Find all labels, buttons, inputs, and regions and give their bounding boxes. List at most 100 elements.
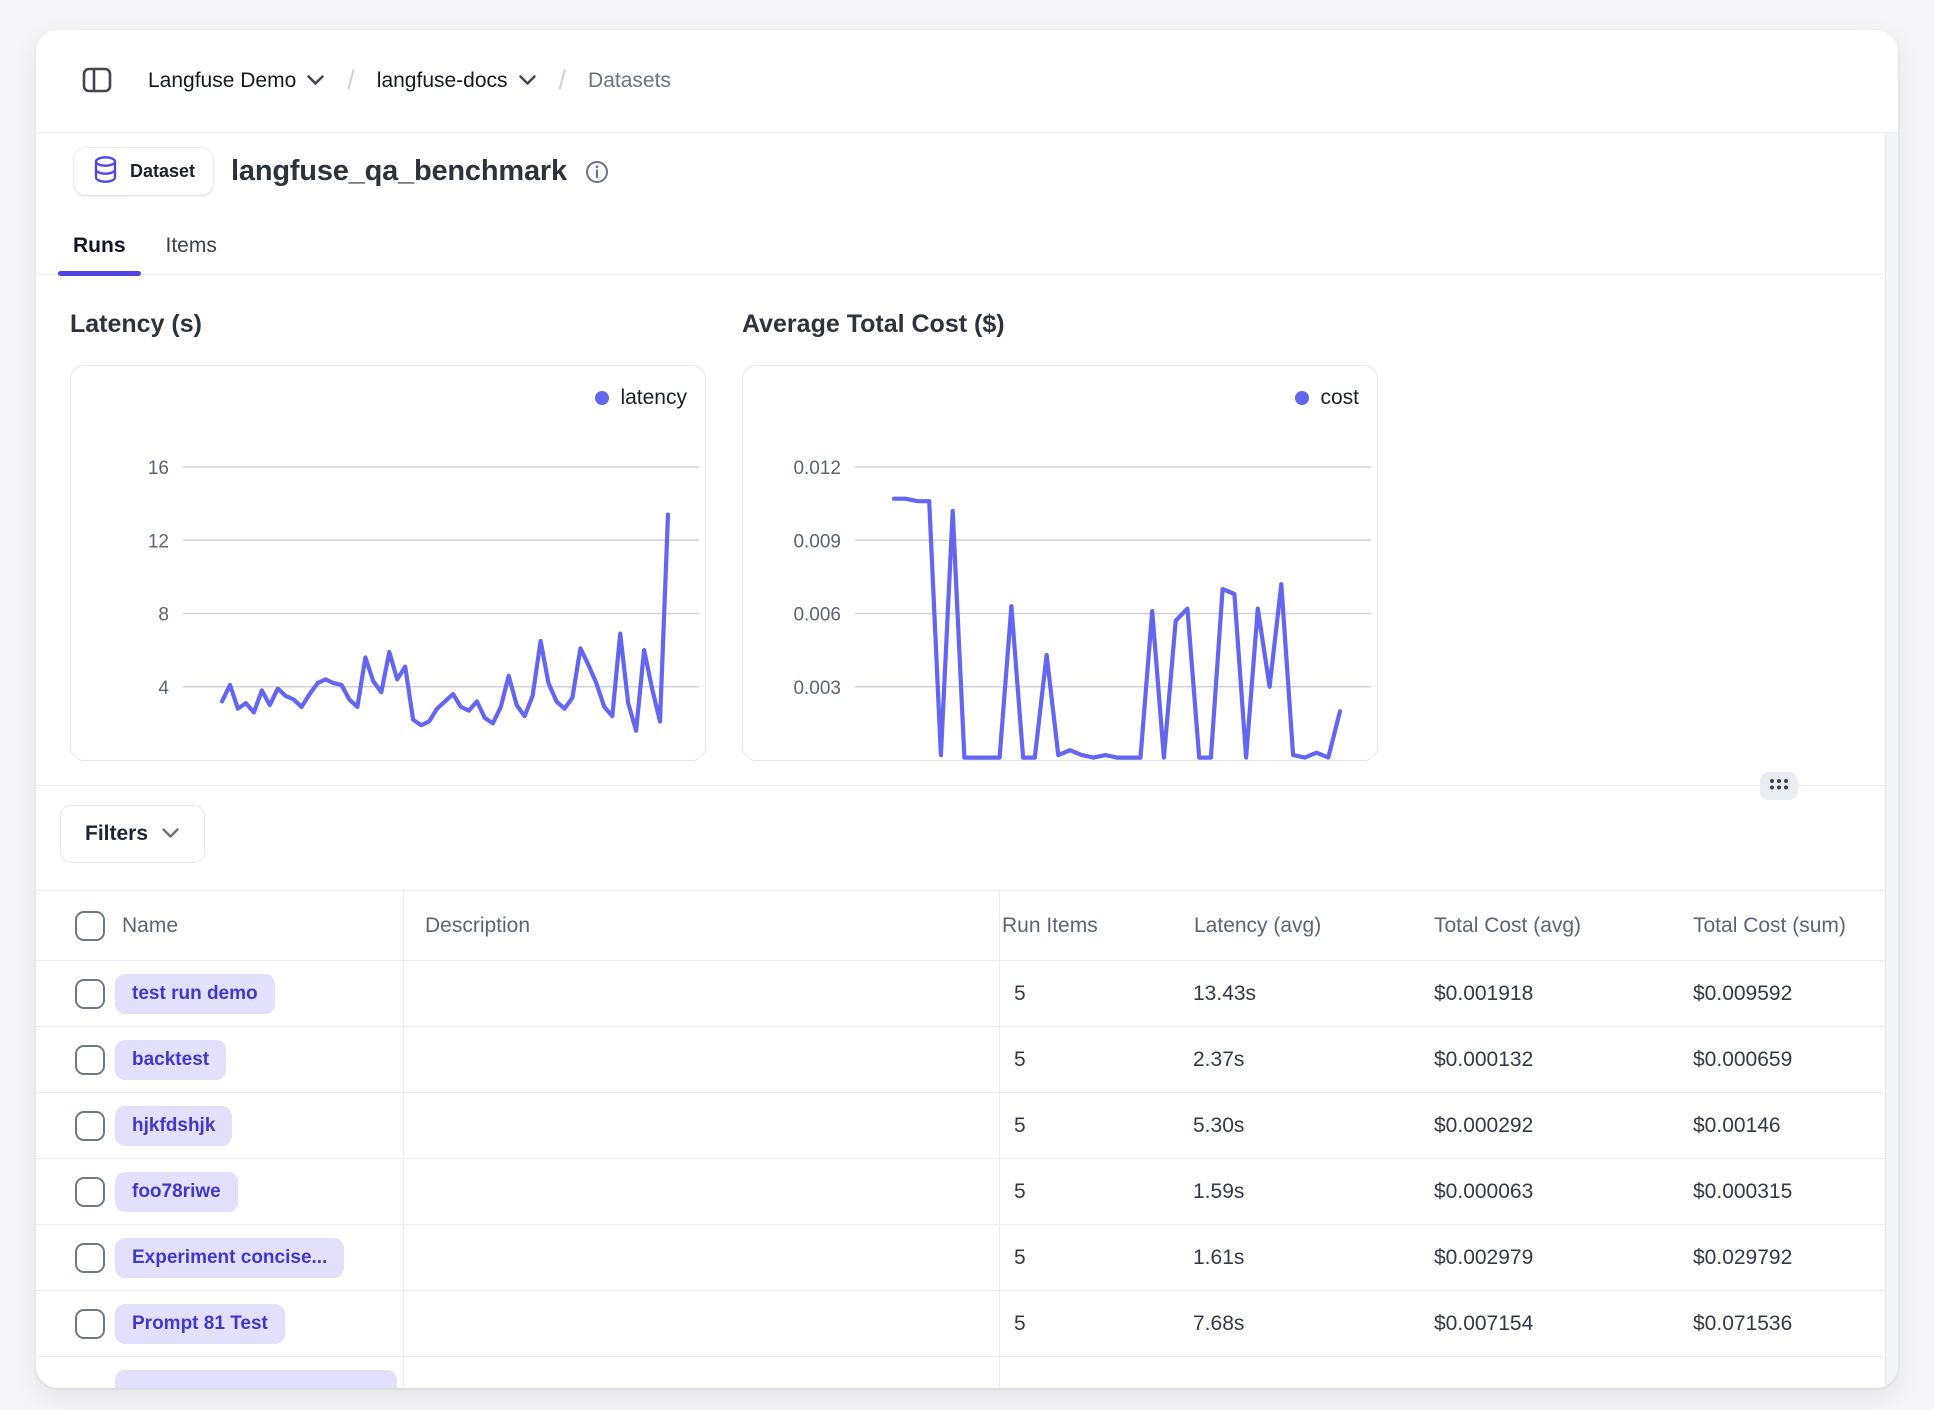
top-navigation: Langfuse Demo / langfuse-docs / Datasets bbox=[36, 30, 1898, 133]
dataset-header: Dataset langfuse_qa_benchmark bbox=[74, 148, 609, 195]
cost-legend: cost bbox=[1295, 386, 1359, 410]
table-row: hjkfdshjk 5 5.30s $0.000292 $0.00146 bbox=[36, 1093, 1898, 1159]
column-header-run-items[interactable]: Run Items bbox=[1002, 891, 1098, 961]
app-window: Langfuse Demo / langfuse-docs / Datasets bbox=[36, 30, 1898, 1388]
legend-label: latency bbox=[620, 386, 687, 410]
filters-button[interactable]: Filters bbox=[60, 805, 205, 863]
run-items-cell: 5 bbox=[1014, 1225, 1026, 1291]
table-row-partial bbox=[36, 1357, 1898, 1388]
project-selector[interactable]: Langfuse Demo bbox=[148, 69, 325, 93]
table-header-row: Name Description Run Items Latency (avg)… bbox=[36, 891, 1898, 961]
panel-left-icon bbox=[80, 63, 114, 100]
column-header-latency-avg[interactable]: Latency (avg) bbox=[1194, 891, 1321, 961]
svg-text:12: 12 bbox=[148, 531, 169, 552]
run-name-badge[interactable] bbox=[115, 1370, 397, 1388]
total-cost-sum-cell: $0.071536 bbox=[1693, 1291, 1792, 1357]
table-row: Prompt 81 Test 5 7.68s $0.007154 $0.071536 bbox=[36, 1291, 1898, 1357]
legend-dot-icon bbox=[595, 391, 609, 405]
cost-chart-title: Average Total Cost ($) bbox=[742, 310, 1378, 339]
total-cost-sum-cell: $0.029792 bbox=[1693, 1225, 1792, 1291]
svg-text:4: 4 bbox=[158, 678, 169, 699]
breadcrumb: Langfuse Demo / langfuse-docs / Datasets bbox=[148, 66, 671, 97]
latency-line-plot: 16 12 8 4 bbox=[71, 366, 705, 760]
cost-chart: 0.012 0.009 0.006 0.003 cost bbox=[742, 365, 1378, 761]
row-checkbox[interactable] bbox=[75, 1243, 105, 1273]
tab-items[interactable]: Items bbox=[151, 234, 232, 274]
latency-chart-section: Latency (s) 16 12 8 4 latency bbox=[70, 310, 706, 761]
row-checkbox[interactable] bbox=[75, 1309, 105, 1339]
sidebar-toggle-button[interactable] bbox=[76, 59, 118, 104]
latency-avg-cell: 1.61s bbox=[1193, 1225, 1244, 1291]
latency-avg-cell: 7.68s bbox=[1193, 1291, 1244, 1357]
runs-table: Name Description Run Items Latency (avg)… bbox=[36, 890, 1898, 1388]
column-header-name[interactable]: Name bbox=[122, 891, 178, 961]
run-name-badge[interactable]: hjkfdshjk bbox=[115, 1106, 232, 1146]
info-icon[interactable] bbox=[585, 160, 609, 184]
row-checkbox[interactable] bbox=[75, 979, 105, 1009]
total-cost-avg-cell: $0.000292 bbox=[1434, 1093, 1533, 1159]
table-row: test run demo 5 13.43s $0.001918 $0.009592 bbox=[36, 961, 1898, 1027]
project-name: Langfuse Demo bbox=[148, 69, 296, 93]
breadcrumb-page: Datasets bbox=[588, 69, 671, 93]
dataset-badge-label: Dataset bbox=[130, 161, 195, 182]
total-cost-avg-cell: $0.007154 bbox=[1434, 1291, 1533, 1357]
run-name-badge[interactable]: Experiment concise... bbox=[115, 1238, 344, 1278]
legend-label: cost bbox=[1320, 386, 1359, 410]
total-cost-sum-cell: $0.00146 bbox=[1693, 1093, 1781, 1159]
environment-selector[interactable]: langfuse-docs bbox=[377, 69, 537, 93]
svg-text:0.006: 0.006 bbox=[793, 605, 841, 626]
total-cost-avg-cell: $0.002979 bbox=[1434, 1225, 1533, 1291]
chevron-down-icon bbox=[306, 69, 325, 93]
table-row: Experiment concise... 5 1.61s $0.002979 $0.0… bbox=[36, 1225, 1898, 1291]
cost-line-plot: 0.012 0.009 0.006 0.003 bbox=[743, 366, 1377, 760]
total-cost-avg-cell: $0.001918 bbox=[1434, 961, 1533, 1027]
breadcrumb-separator: / bbox=[347, 65, 355, 96]
select-all-checkbox[interactable] bbox=[75, 911, 105, 941]
latency-avg-cell: 2.37s bbox=[1193, 1027, 1244, 1093]
filters-label: Filters bbox=[85, 822, 148, 846]
run-name-badge[interactable]: foo78riwe bbox=[115, 1172, 238, 1212]
page-title: langfuse_qa_benchmark bbox=[231, 155, 567, 188]
database-icon bbox=[92, 155, 119, 189]
table-row: backtest 5 2.37s $0.000132 $0.000659 bbox=[36, 1027, 1898, 1093]
total-cost-sum-cell: $0.009592 bbox=[1693, 961, 1792, 1027]
latency-avg-cell: 5.30s bbox=[1193, 1093, 1244, 1159]
latency-legend: latency bbox=[595, 386, 687, 410]
run-name-badge[interactable]: test run demo bbox=[115, 974, 275, 1014]
svg-text:0.012: 0.012 bbox=[793, 458, 841, 479]
tab-bar: Runs Items bbox=[36, 220, 1898, 275]
latency-chart-title: Latency (s) bbox=[70, 310, 706, 339]
row-checkbox[interactable] bbox=[75, 1111, 105, 1141]
latency-avg-cell: 13.43s bbox=[1193, 961, 1256, 1027]
total-cost-avg-cell: $0.000132 bbox=[1434, 1027, 1533, 1093]
svg-text:16: 16 bbox=[148, 458, 169, 479]
run-items-cell: 5 bbox=[1014, 1093, 1026, 1159]
cost-chart-section: Average Total Cost ($) 0.0120.0090.0060.… bbox=[742, 310, 1378, 761]
drag-handle[interactable] bbox=[1760, 772, 1798, 800]
svg-text:0.003: 0.003 bbox=[793, 678, 841, 699]
run-items-cell: 5 bbox=[1014, 961, 1026, 1027]
total-cost-sum-cell: $0.000659 bbox=[1693, 1027, 1792, 1093]
run-name-badge[interactable]: Prompt 81 Test bbox=[115, 1304, 285, 1344]
tab-runs[interactable]: Runs bbox=[58, 234, 141, 274]
svg-text:8: 8 bbox=[158, 605, 169, 626]
row-checkbox[interactable] bbox=[75, 1045, 105, 1075]
latency-chart: 16 12 8 4 latency bbox=[70, 365, 706, 761]
dataset-badge: Dataset bbox=[74, 148, 213, 195]
row-checkbox[interactable] bbox=[75, 1177, 105, 1207]
run-items-cell: 5 bbox=[1014, 1291, 1026, 1357]
column-header-description[interactable]: Description bbox=[425, 891, 530, 961]
column-header-total-cost-avg[interactable]: Total Cost (avg) bbox=[1434, 891, 1581, 961]
column-header-total-cost-sum[interactable]: Total Cost (sum) bbox=[1693, 891, 1846, 961]
scrollbar-track[interactable] bbox=[1885, 133, 1898, 1388]
run-items-cell: 5 bbox=[1014, 1027, 1026, 1093]
chevron-down-icon bbox=[518, 69, 537, 93]
grip-dots-icon bbox=[1768, 776, 1790, 797]
svg-text:0.009: 0.009 bbox=[793, 531, 841, 552]
latency-avg-cell: 1.59s bbox=[1193, 1159, 1244, 1225]
total-cost-avg-cell: $0.000063 bbox=[1434, 1159, 1533, 1225]
run-name-badge[interactable]: backtest bbox=[115, 1040, 226, 1080]
legend-dot-icon bbox=[1295, 391, 1309, 405]
environment-name: langfuse-docs bbox=[377, 69, 508, 93]
run-items-cell: 5 bbox=[1014, 1159, 1026, 1225]
